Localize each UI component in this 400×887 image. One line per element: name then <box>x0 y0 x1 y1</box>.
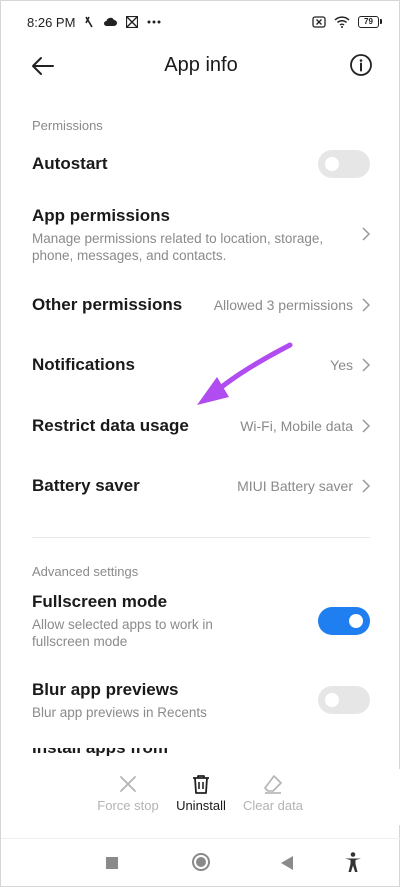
fullscreen-toggle[interactable] <box>318 607 370 635</box>
toggle-knob <box>325 693 339 707</box>
blur-previews-toggle[interactable] <box>318 686 370 714</box>
clear-data-label: Clear data <box>243 798 303 813</box>
blur-previews-row[interactable]: Blur app previews Blur app previews in R… <box>1 679 400 721</box>
phone-screen: 8:26 PM 79 App info Permissions Autostar… <box>0 0 400 887</box>
partially-hidden-row: Install apps from unknown sources <box>32 748 232 756</box>
fullscreen-row[interactable]: Fullscreen mode Allow selected apps to w… <box>1 591 400 651</box>
section-divider <box>32 537 370 538</box>
action-bar: Force stop Uninstall Clear data <box>1 769 400 825</box>
trash-icon <box>193 775 209 794</box>
nav-back-button[interactable] <box>280 855 294 876</box>
toggle-knob <box>349 614 363 628</box>
accessibility-button[interactable] <box>342 851 364 878</box>
fullscreen-subtitle: Allow selected apps to work in fullscree… <box>32 617 213 649</box>
partially-hidden-title: Install apps from unknown sources <box>32 748 232 756</box>
section-advanced-label: Advanced settings <box>32 564 139 579</box>
eraser-icon <box>264 775 282 794</box>
navigation-bar <box>1 839 400 887</box>
close-x-icon <box>120 776 136 792</box>
triangle-icon <box>281 856 293 870</box>
home-button[interactable] <box>191 852 211 877</box>
fullscreen-title: Fullscreen mode <box>32 592 168 611</box>
circle-icon <box>192 853 210 871</box>
blur-previews-subtitle: Blur app previews in Recents <box>32 704 207 720</box>
clear-data-button[interactable]: Clear data <box>228 769 318 813</box>
recents-button[interactable] <box>105 856 119 875</box>
accessibility-icon <box>345 852 361 872</box>
square-icon <box>106 857 118 869</box>
blur-previews-title: Blur app previews <box>32 679 179 699</box>
